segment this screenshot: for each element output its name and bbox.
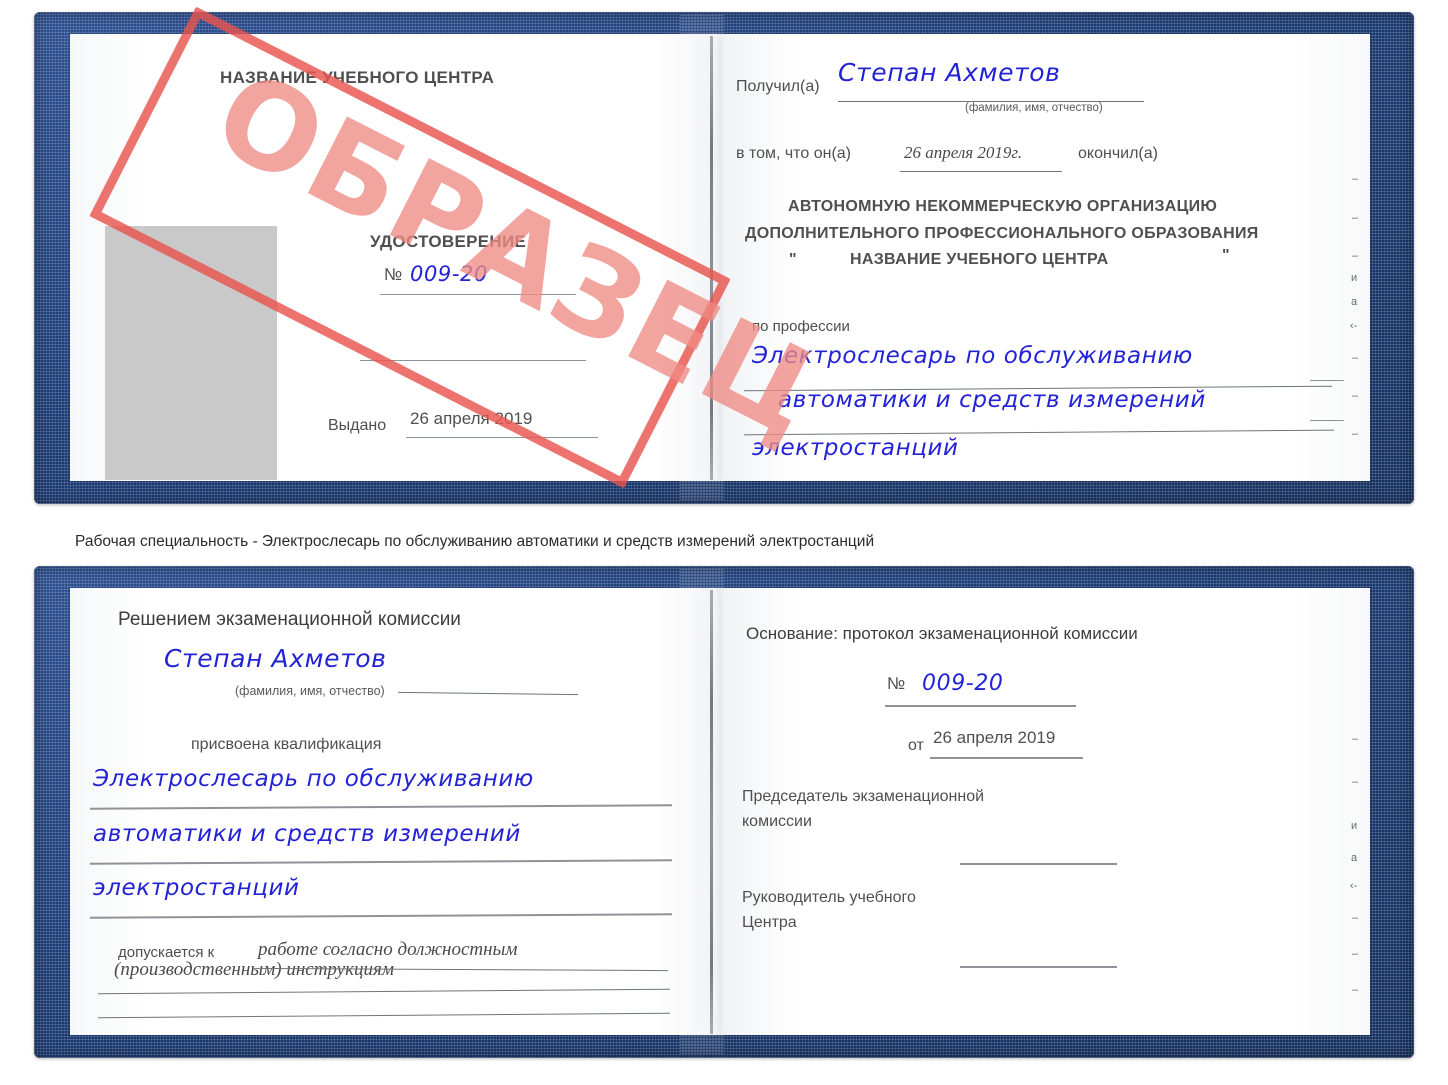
edge-fragment: а [1351, 852, 1358, 864]
edge-fragment: – [1352, 428, 1359, 440]
received-value: Степан Ахметов [838, 58, 1061, 87]
edge-fragment: – [1352, 250, 1359, 262]
org-quote-open: " [789, 251, 797, 268]
chairman-line-1: Председатель экзаменационной [742, 788, 985, 805]
protocol-date-rule [930, 757, 1083, 759]
in-that-label: в том, что он(а) [736, 145, 851, 162]
edge-fragment: – [1352, 948, 1359, 960]
issued-rule [406, 437, 598, 438]
document-title: УДОСТОВЕРЕНИЕ [370, 232, 527, 251]
in-that-rule [900, 171, 1062, 172]
bottom-spine-tab-lower [680, 1028, 724, 1054]
top-spine-tab-upper [680, 14, 724, 40]
chairman-line-2: комиссии [742, 813, 812, 830]
edge-fragment: – [1352, 912, 1359, 924]
chairman-signature-rule [960, 863, 1117, 865]
profession-line-2: автоматики и средств измерений [778, 387, 1206, 413]
qualification-rule-3 [89, 913, 673, 919]
edge-fragment: – [1352, 733, 1359, 745]
decision-title: Решением экзаменационной комиссии [118, 609, 461, 630]
edge-fragment: а [1351, 296, 1358, 308]
holder-name: Степан Ахметов [164, 644, 387, 673]
edge-fragment: и [1351, 820, 1358, 832]
center-name-heading: НАЗВАНИЕ УЧЕБНОГО ЦЕНТРА [220, 68, 495, 87]
org-quote-close: " [1222, 247, 1230, 264]
in-that-value: 26 апреля 2019г. [904, 143, 1023, 162]
name-rule [398, 691, 578, 696]
protocol-date-value: 26 апреля 2019 [933, 728, 1056, 747]
protocol-date-label: от [908, 737, 924, 754]
allowed-value-2: (производственным) инструкциям [114, 959, 394, 980]
profession-label: по профессии [752, 318, 850, 335]
photo-placeholder [105, 226, 277, 480]
fio-hint-top: (фамилия, имя, отчество) [965, 102, 1103, 114]
edge-fragment: – [1352, 984, 1359, 996]
bottom-left-page: Решением экзаменационной комиссии Степан… [80, 594, 700, 1030]
issued-value: 26 апреля 2019 [410, 409, 533, 428]
edge-fragment: – [1352, 212, 1359, 224]
allowed-rule-3 [98, 1012, 670, 1019]
received-rule [838, 101, 1144, 102]
page-caption: Рабочая специальность - Электрослесарь п… [75, 531, 1105, 552]
head-line-2: Центра [742, 914, 797, 931]
protocol-number-value: 009-20 [922, 671, 1004, 696]
finished-label: окончил(а) [1078, 145, 1158, 162]
qualification-line-2: автоматики и средств измерений [93, 821, 521, 847]
protocol-number-rule [885, 705, 1076, 707]
blank-rule-1 [360, 360, 586, 361]
bottom-spine-tab-upper [680, 568, 724, 594]
qualification-line-3: электростанций [93, 875, 300, 901]
top-right-page: Получил(а) Степан Ахметов (фамилия, имя,… [722, 40, 1362, 476]
head-signature-rule [960, 966, 1117, 968]
edge-fragment: и [1351, 272, 1358, 284]
org-line-3: НАЗВАНИЕ УЧЕБНОГО ЦЕНТРА [850, 251, 1109, 268]
top-certificate-spine [710, 36, 713, 480]
number-rule [380, 294, 576, 295]
bottom-right-page: Основание: протокол экзаменационной коми… [722, 594, 1362, 1030]
bottom-certificate-spine [710, 590, 713, 1034]
qualification-rule-1 [89, 804, 673, 810]
qualification-line-1: Электрослесарь по обслуживанию [93, 766, 534, 792]
edge-fragment: – [1352, 776, 1359, 788]
fio-hint-bottom: (фамилия, имя, отчество) [235, 684, 385, 698]
basis-label: Основание: протокол экзаменационной коми… [746, 624, 1138, 643]
top-left-page: НАЗВАНИЕ УЧЕБНОГО ЦЕНТРА УДОСТОВЕРЕНИЕ №… [80, 40, 700, 480]
issued-label: Выдано [328, 417, 387, 434]
edge-fragment: – [1352, 390, 1359, 402]
qualification-label: присвоена квалификация [191, 736, 382, 753]
edge-fragment: ‹- [1350, 880, 1358, 892]
org-line-2: ДОПОЛНИТЕЛЬНОГО ПРОФЕССИОНАЛЬНОГО ОБРАЗО… [745, 225, 1259, 242]
received-label: Получил(а) [736, 78, 820, 95]
caption-text: Рабочая специальность - Электрослесарь п… [75, 533, 875, 550]
screenshot-canvas: НАЗВАНИЕ УЧЕБНОГО ЦЕНТРА УДОСТОВЕРЕНИЕ №… [0, 0, 1448, 1085]
allowed-value-1: работе согласно должностным [258, 939, 518, 960]
allowed-rule-2 [98, 988, 670, 995]
edge-fragment: – [1352, 173, 1359, 185]
edge-fragment: ‹- [1350, 320, 1358, 332]
qualification-rule-2 [89, 859, 673, 865]
number-value: 009-20 [410, 262, 488, 286]
edge-fragment: – [1352, 352, 1359, 364]
number-label: № [384, 265, 403, 284]
top-spine-tab-lower [680, 474, 724, 500]
profession-rule-2 [744, 429, 1334, 436]
profession-line-3: электростанций [752, 435, 959, 461]
protocol-number-label: № [887, 674, 906, 693]
profession-line-1: Электрослесарь по обслуживанию [752, 343, 1193, 369]
org-line-1: АВТОНОМНУЮ НЕКОММЕРЧЕСКУЮ ОРГАНИЗАЦИЮ [788, 198, 1218, 215]
head-line-1: Руководитель учебного [742, 889, 916, 906]
